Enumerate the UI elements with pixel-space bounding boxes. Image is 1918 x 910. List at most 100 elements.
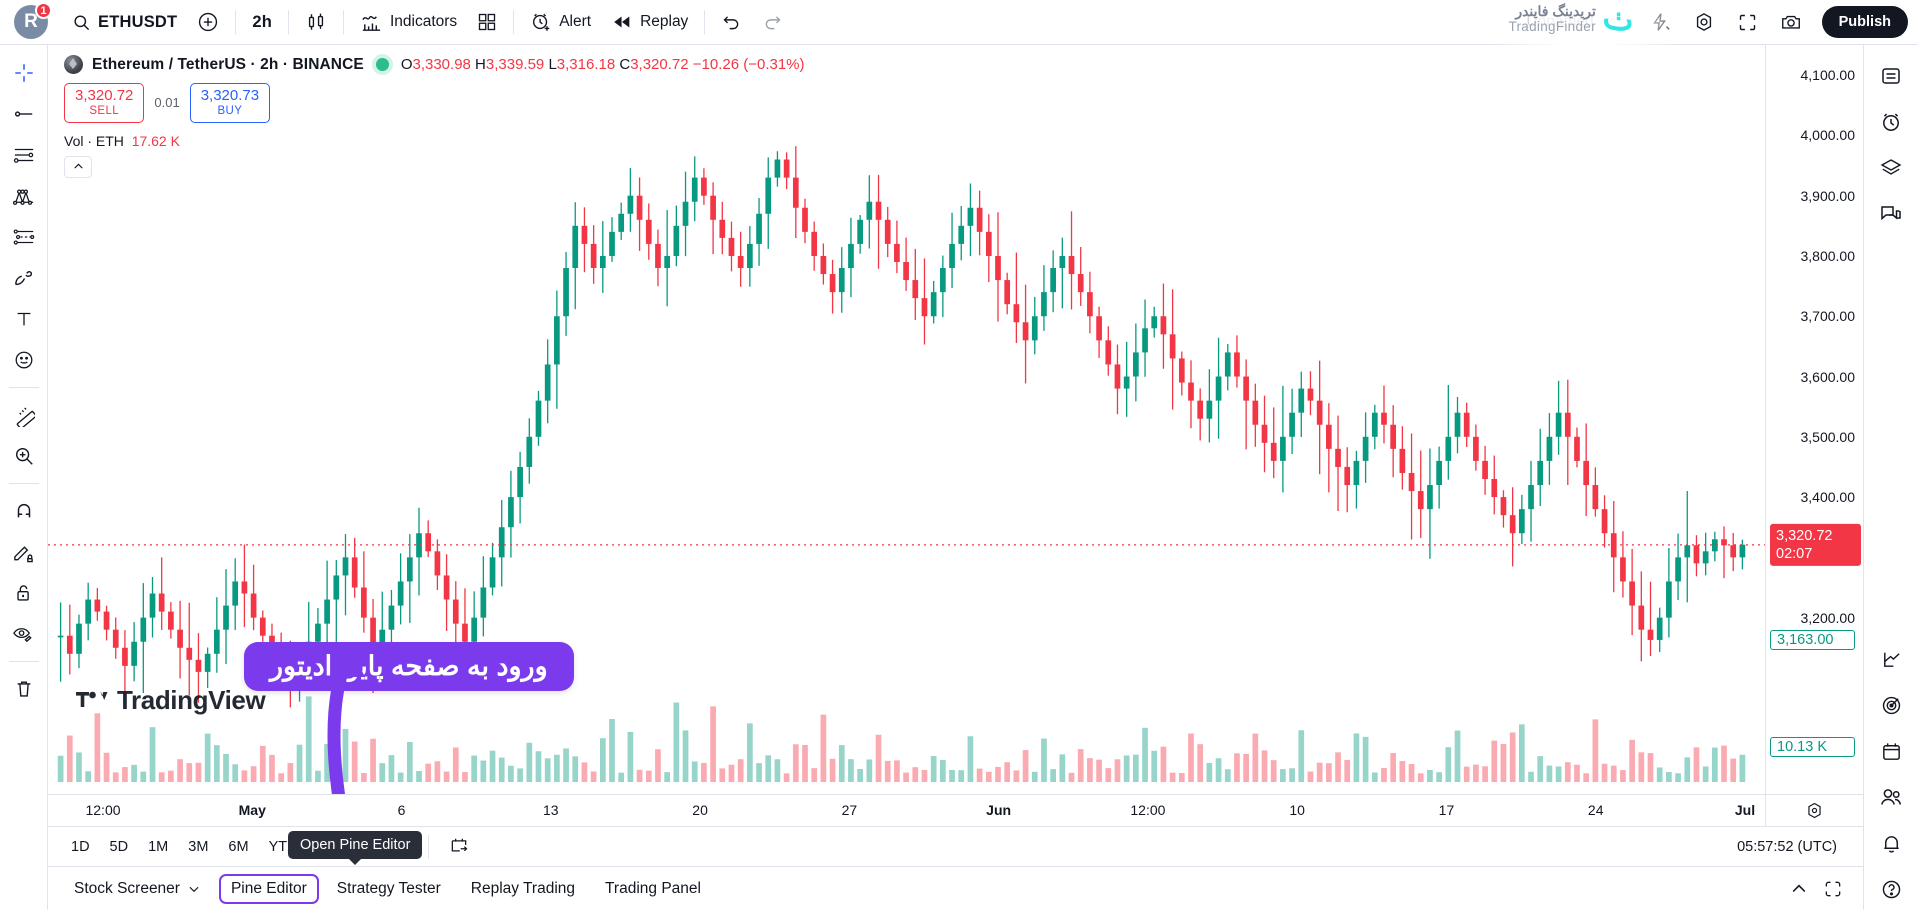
footer-tab-label: Stock Screener	[74, 879, 180, 897]
indicators-icon	[360, 11, 383, 34]
hotlist-button[interactable]	[1871, 684, 1911, 726]
quick-search-button[interactable]	[1639, 5, 1681, 39]
tool-brush[interactable]	[5, 258, 43, 298]
trash-icon	[13, 678, 35, 700]
avatar[interactable]: R 1	[14, 2, 52, 39]
chart-row: Ethereum / TetherUS · 2h · BINANCE O3,33…	[48, 45, 1863, 794]
calendar-button[interactable]	[1871, 730, 1911, 772]
toolbar-separator	[8, 483, 39, 484]
tool-trend-line[interactable]	[5, 94, 43, 134]
snapshot-button[interactable]	[1770, 5, 1812, 39]
replay-label: Replay	[640, 13, 689, 30]
time-tick: 24	[1587, 802, 1604, 818]
buy-label: BUY	[217, 105, 243, 117]
range-1d[interactable]: 1D	[62, 835, 99, 859]
horizontal-lines-icon	[13, 144, 35, 166]
price-scale[interactable]: 4,100.00 4,000.00 3,900.00 3,800.00 3,700.00…	[1765, 45, 1863, 794]
goto-date-button[interactable]	[439, 831, 479, 863]
notifications-button[interactable]	[1871, 822, 1911, 864]
chart-settings-button[interactable]	[1683, 5, 1725, 39]
chevron-up-icon	[72, 160, 85, 173]
tool-lock[interactable]	[5, 573, 43, 613]
collapse-legend-button[interactable]	[64, 155, 92, 178]
fullscreen-icon	[1737, 12, 1758, 33]
footer-tab-trading-panel[interactable]: Trading Panel	[593, 874, 713, 904]
tool-fib-retracement[interactable]	[5, 217, 43, 257]
tool-drawing-mode[interactable]	[5, 532, 43, 572]
alerts-button[interactable]	[1871, 101, 1911, 143]
interval-button[interactable]: 2h	[242, 5, 282, 39]
chart-style-button[interactable]	[295, 5, 337, 39]
range-1m[interactable]: 1M	[139, 835, 177, 859]
tool-magnet[interactable]	[5, 491, 43, 531]
buy-button[interactable]: 3,320.73 BUY	[189, 83, 271, 123]
tool-zoom-in[interactable]	[5, 436, 43, 476]
indicators-button[interactable]: Indicators	[350, 5, 467, 39]
redo-button[interactable]	[752, 5, 793, 39]
tool-hide-drawings[interactable]	[5, 614, 43, 654]
community-button[interactable]	[1871, 776, 1911, 818]
footer-tab-label: Trading Panel	[605, 879, 701, 897]
tool-horizontal-lines[interactable]	[5, 135, 43, 175]
tool-crosshair[interactable]	[5, 53, 43, 93]
layout-name-button[interactable]: Unnamed	[1518, 7, 1621, 37]
alerts-icon	[1879, 110, 1903, 134]
add-symbol-button[interactable]	[187, 5, 229, 39]
footer-tab-label: Strategy Tester	[336, 879, 441, 897]
templates-button[interactable]	[467, 5, 507, 39]
footer-tab-replay-trading[interactable]: Replay Trading	[459, 874, 587, 904]
expand-panel-icon[interactable]	[1789, 879, 1809, 899]
time-scale-settings[interactable]	[1765, 795, 1863, 826]
data-window-button[interactable]	[1871, 147, 1911, 189]
replay-button[interactable]: Replay	[601, 5, 698, 39]
ideas-icon	[1880, 648, 1903, 671]
price-tick: 3,800.00	[1800, 247, 1856, 264]
layout-name-label: Unnamed	[1526, 13, 1594, 30]
time-tick: 13	[543, 802, 559, 818]
tool-emoji[interactable]	[5, 340, 43, 380]
tool-pitchfork[interactable]	[5, 176, 43, 216]
watchlist-button[interactable]	[1871, 55, 1911, 97]
calendar-icon	[1880, 740, 1903, 763]
current-price-badge: 3,320.72 02:07	[1770, 523, 1861, 566]
maximize-panel-icon[interactable]	[1823, 879, 1843, 899]
tool-remove-drawings[interactable]	[5, 669, 43, 709]
footer-tab-pine-editor[interactable]: Pine Editor	[218, 873, 319, 904]
undo-icon	[721, 12, 742, 33]
footer-tab-strategy-tester[interactable]: Strategy Tester	[325, 874, 453, 904]
top-toolbar: R 1 ETHUSDT 2h Indicators Alert Replay ت…	[0, 0, 1918, 76]
symbol-search-button[interactable]: ETHUSDT	[62, 5, 187, 39]
tool-measure[interactable]	[5, 395, 43, 435]
fib-retracement-icon	[13, 226, 35, 248]
publish-button[interactable]: Publish	[1821, 6, 1908, 38]
sell-button[interactable]: 3,320.72 SELL	[64, 83, 145, 123]
range-6m[interactable]: 6M	[219, 835, 257, 859]
chart-canvas[interactable]: Ethereum / TetherUS · 2h · BINANCE O3,33…	[48, 45, 1765, 794]
alert-button[interactable]: Alert	[520, 5, 601, 39]
legend-title-row: Ethereum / TetherUS · 2h · BINANCE O3,33…	[64, 55, 805, 74]
help-button[interactable]	[1871, 868, 1911, 910]
chat-button[interactable]	[1871, 193, 1911, 235]
toolbar-separator	[8, 387, 39, 388]
order-row: 3,320.72 SELL 0.01 3,320.73 BUY	[64, 83, 805, 123]
footer-tab-stock-screener[interactable]: Stock Screener	[62, 874, 213, 904]
sell-label: SELL	[89, 105, 120, 117]
chart-clock[interactable]: 05:57:52 (UTC)	[1737, 839, 1849, 855]
time-scale[interactable]: 12:00 May 6 13 20 27 Jun 12:00 10 17 24 Jul	[48, 794, 1863, 826]
ideas-button[interactable]	[1871, 638, 1911, 680]
tool-text[interactable]	[5, 299, 43, 339]
indicators-label: Indicators	[389, 13, 458, 30]
fullscreen-button[interactable]	[1727, 5, 1768, 39]
legend-title[interactable]: Ethereum / TetherUS · 2h · BINANCE	[92, 56, 364, 74]
range-3m[interactable]: 3M	[179, 835, 217, 859]
camera-icon	[1780, 11, 1802, 33]
range-5d[interactable]: 5D	[101, 835, 138, 859]
plus-icon	[197, 11, 219, 33]
scale-settings-icon	[1805, 801, 1824, 820]
undo-button[interactable]	[711, 5, 752, 39]
price-tick: 3,200.00	[1800, 609, 1856, 626]
calendar-arrow-icon	[448, 835, 470, 855]
tradingview-wordmark: TradingView	[117, 685, 266, 715]
price-tick: 3,500.00	[1800, 428, 1856, 445]
crosshair-icon	[13, 62, 35, 84]
